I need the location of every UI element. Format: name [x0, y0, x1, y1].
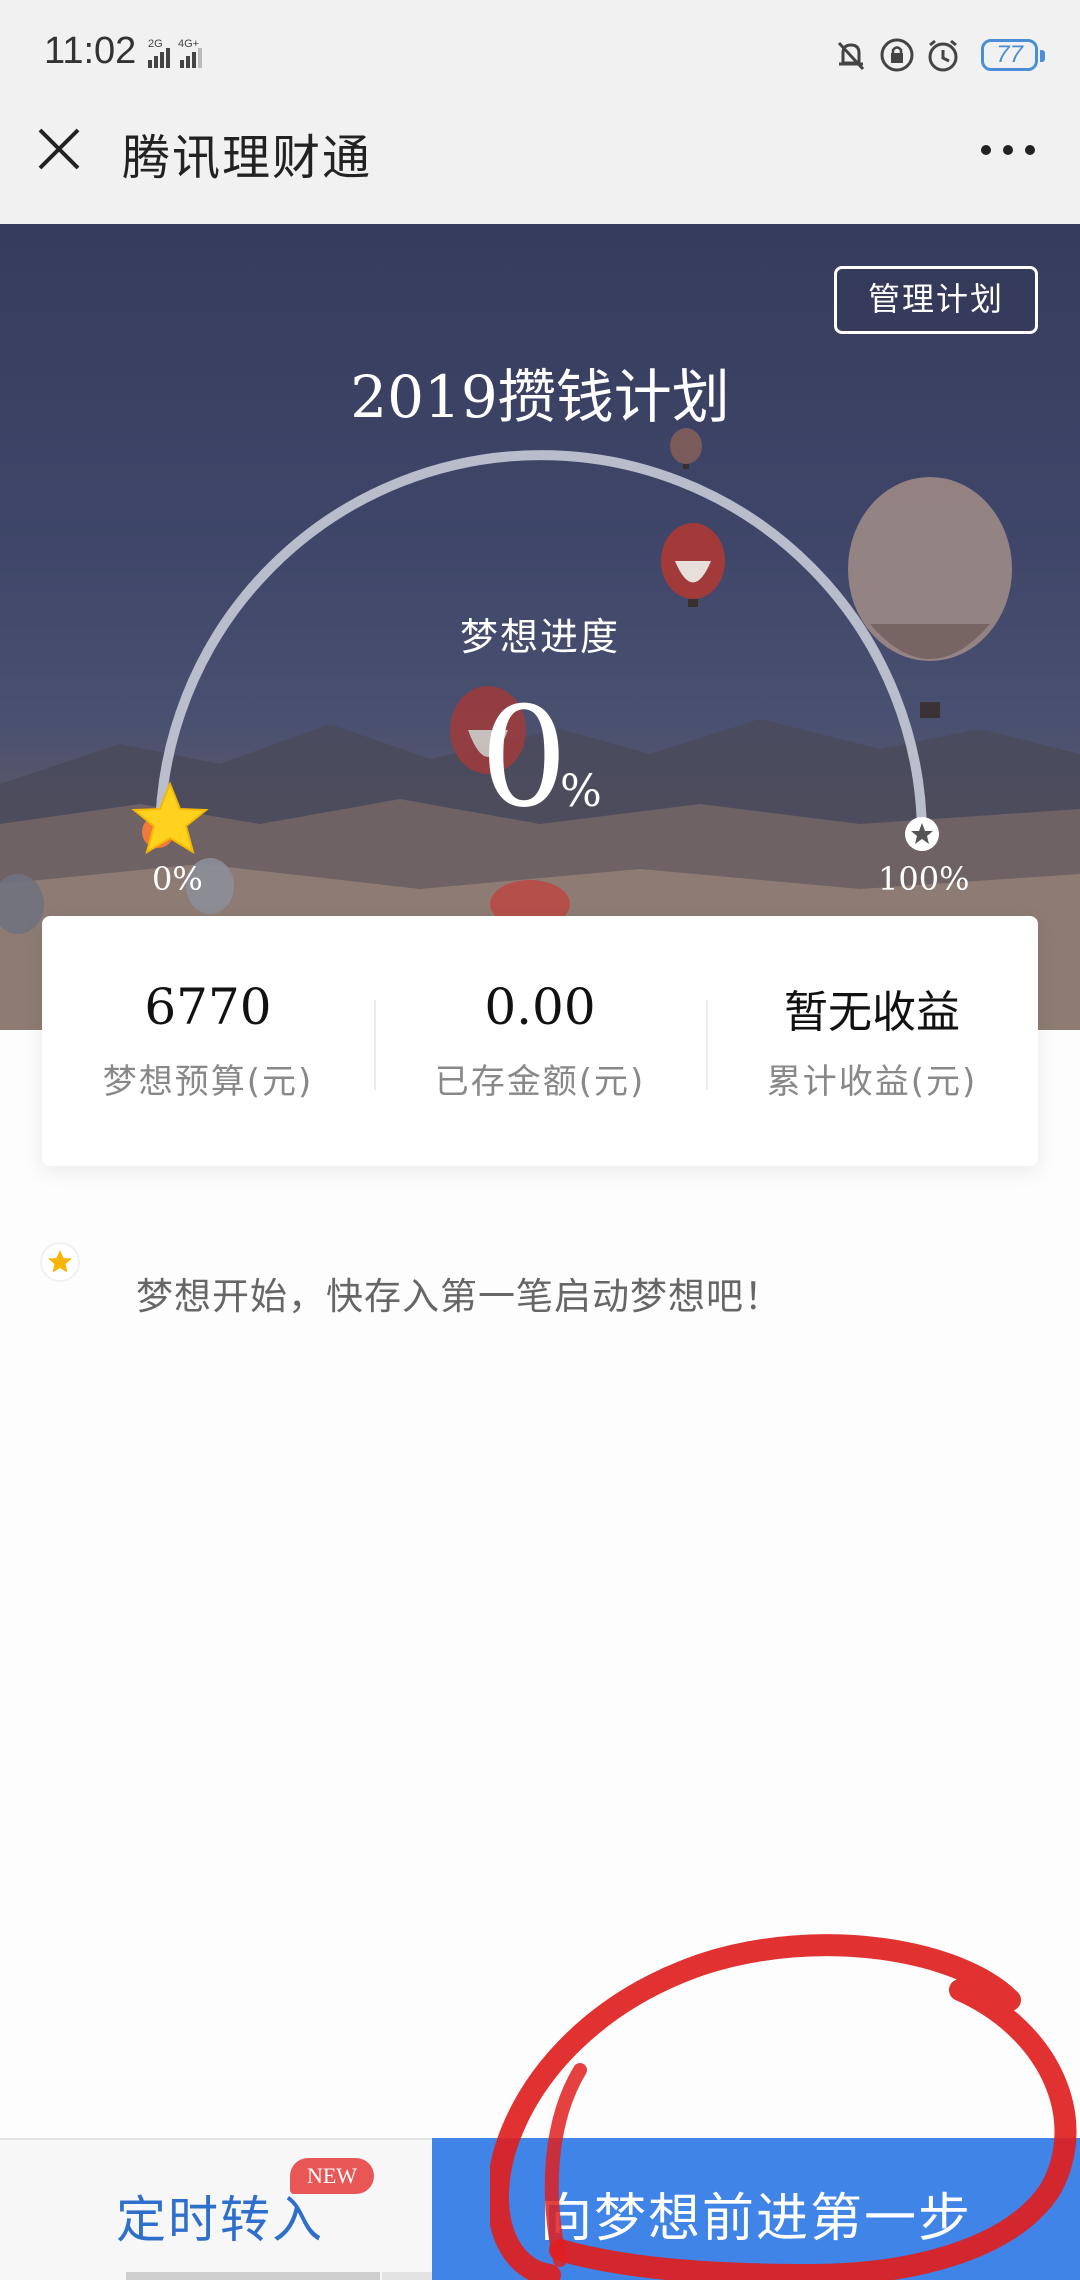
stats-card: 6770 梦想预算(元) 0.00 已存金额(元) 暂无收益 累计收益(元): [42, 916, 1038, 1166]
balloon-medium: [661, 523, 725, 607]
stat-earnings-label: 累计收益(元): [766, 1062, 978, 1102]
stat-earnings: 暂无收益 累计收益(元): [706, 916, 1038, 1166]
status-time: 11:02: [44, 30, 137, 72]
balloon-small: [670, 428, 702, 469]
balloon-large: [848, 477, 1012, 718]
stat-saved-value: 0.00: [484, 978, 596, 1036]
battery-icon: 77: [981, 39, 1045, 71]
plan-title: 2019攒钱计划: [350, 363, 730, 431]
dream-start-message: 梦想开始，快存入第一笔启动梦想吧！: [136, 1275, 782, 1318]
message-star-icon: [40, 1242, 80, 1282]
progress-label: 梦想进度: [459, 615, 620, 659]
stat-earnings-value: 暂无收益: [784, 987, 960, 1038]
alarm-icon: [928, 39, 958, 72]
home-indicator: [126, 2272, 380, 2280]
progress-unit: %: [560, 766, 602, 817]
stat-budget: 6770 梦想预算(元): [42, 916, 374, 1166]
progress-end-label: 100%: [878, 860, 970, 898]
lock-icon: [880, 38, 914, 72]
network-2g-label: 2G: [148, 38, 163, 50]
signal-icon: 2G 4G+: [148, 38, 202, 68]
more-icon[interactable]: [980, 140, 1036, 160]
status-icons: 77: [833, 30, 1045, 80]
stat-saved: 0.00 已存金额(元): [374, 916, 706, 1166]
stat-saved-label: 已存金额(元): [434, 1062, 646, 1102]
close-icon[interactable]: [36, 126, 82, 172]
progress-start-label: 0%: [152, 860, 203, 898]
network-4g-label: 4G+: [178, 38, 199, 50]
stat-budget-value: 6770: [144, 978, 272, 1036]
dream-step-label[interactable]: 向梦想前进第一步: [432, 2176, 1080, 2251]
home-indicator-tail: [382, 2272, 432, 2280]
new-badge: NEW: [290, 2158, 374, 2194]
mute-bell-icon: [838, 41, 865, 71]
stat-budget-label: 梦想预算(元): [102, 1062, 314, 1102]
progress-value: 0: [480, 677, 568, 838]
page-title: 腾讯理财通: [122, 130, 373, 186]
manage-plan-button[interactable]: 管理计划: [834, 266, 1038, 334]
